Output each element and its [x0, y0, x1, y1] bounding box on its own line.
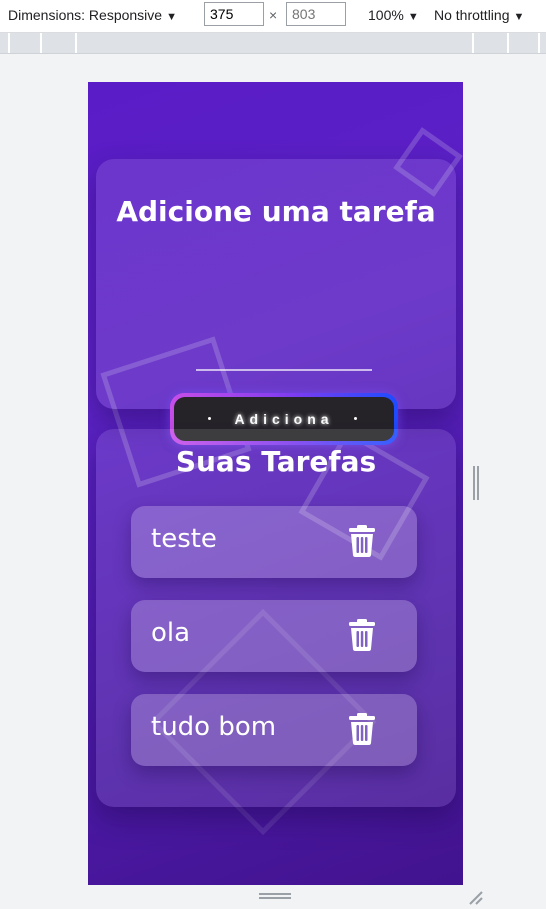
trash-icon[interactable]: [349, 525, 375, 557]
chevron-down-icon: ▼: [407, 11, 419, 23]
right-resize-handle[interactable]: [473, 466, 479, 500]
add-task-title: Adicione uma tarefa: [116, 195, 436, 228]
task-label: teste: [151, 524, 217, 554]
corner-resize-handle-icon[interactable]: [466, 888, 484, 906]
task-item[interactable]: tudo bom: [131, 694, 417, 766]
devtools-toolbar: Dimensions: Responsive▼ × 100%▼ No throt…: [0, 0, 546, 33]
task-item[interactable]: teste: [131, 506, 417, 578]
media-query-ruler[interactable]: [0, 33, 546, 54]
ruler-tick: [507, 33, 509, 53]
chevron-down-icon: ▼: [166, 11, 177, 23]
ruler-tick: [472, 33, 474, 53]
zoom-label: 100%: [368, 7, 404, 23]
dimensions-dropdown[interactable]: Dimensions: Responsive ▼: [8, 7, 177, 23]
dimensions-label: Dimensions: Responsive: [8, 7, 163, 23]
chevron-down-icon: ▼: [513, 11, 525, 23]
add-button-label: Adiciona: [234, 411, 334, 427]
zoom-dropdown[interactable]: 100% ▼: [368, 7, 419, 23]
throttling-dropdown[interactable]: No throttling ▼: [434, 7, 524, 23]
tasks-title: Suas Tarefas: [175, 445, 377, 478]
todo-app: Adicione uma tarefa Adiciona Suas Tarefa…: [88, 82, 463, 885]
height-input[interactable]: [286, 2, 346, 26]
device-viewport: Adicione uma tarefa Adiciona Suas Tarefa…: [88, 82, 463, 885]
add-task-card: Adicione uma tarefa Adiciona: [96, 159, 456, 445]
bottom-resize-handle[interactable]: [259, 893, 291, 899]
ruler-tick: [538, 33, 540, 53]
task-input-underline[interactable]: [196, 369, 372, 371]
trash-icon[interactable]: [349, 619, 375, 651]
ruler-tick: [8, 33, 10, 53]
width-input[interactable]: [204, 2, 264, 26]
task-item[interactable]: ola: [131, 600, 417, 672]
task-label: ola: [151, 618, 191, 648]
ruler-tick: [40, 33, 42, 53]
tasks-card: Suas Tarefas teste ola tudo bom: [96, 429, 456, 807]
throttling-label: No throttling: [434, 7, 510, 23]
ruler-tick: [75, 33, 77, 53]
trash-icon[interactable]: [349, 713, 375, 745]
task-label: tudo bom: [151, 712, 277, 742]
sparkle-dot: [208, 417, 211, 420]
sparkle-dot: [354, 417, 357, 420]
times-symbol: ×: [269, 7, 278, 23]
